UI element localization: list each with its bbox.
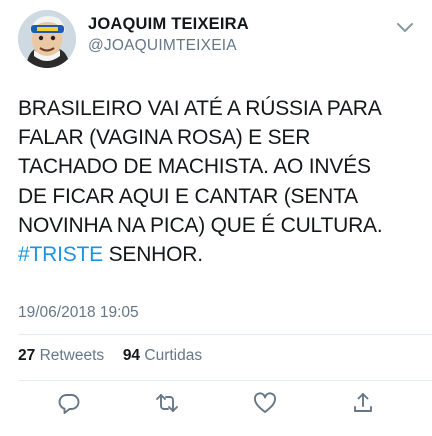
tweet-timestamp[interactable]: 19/06/2018 19:05: [18, 304, 139, 322]
caricature-avatar-icon[interactable]: [18, 10, 76, 68]
share-icon[interactable]: [350, 390, 376, 416]
tweet-line: TACHADO DE MACHISTA. AO INVÉS: [18, 155, 371, 179]
tweet-text: BRASILEIRO VAI ATÉ A RÚSSIA PARA FALAR (…: [18, 94, 422, 269]
tweet-actions: [0, 390, 432, 420]
tweet-line: FALAR (VAGINA ROSA) E SER: [18, 126, 311, 150]
chevron-down-icon[interactable]: [396, 20, 414, 34]
tweet-line-last: #TRISTE SENHOR.: [18, 240, 422, 269]
retweets-count[interactable]: 27: [18, 347, 35, 364]
likes-count[interactable]: 94: [123, 347, 140, 364]
likes-label[interactable]: Curtidas: [144, 347, 202, 364]
engagement-stats: 27 Retweets 94 Curtidas: [18, 347, 202, 365]
tweet-line-tail: SENHOR.: [102, 243, 203, 267]
retweet-icon[interactable]: [154, 390, 180, 416]
author-handle[interactable]: @JOAQUIMTEIXEIA: [88, 37, 237, 55]
reply-icon[interactable]: [56, 390, 82, 416]
retweets-label[interactable]: Retweets: [40, 347, 105, 364]
heart-icon[interactable]: [252, 390, 278, 416]
tweet-header: JOAQUIM TEIXEIRA @JOAQUIMTEIXEIA: [0, 0, 432, 76]
tweet-line: NOVINHA NA PICA) QUE É CULTURA.: [18, 213, 383, 237]
divider: [18, 334, 432, 335]
divider: [18, 380, 432, 381]
tweet-line: BRASILEIRO VAI ATÉ A RÚSSIA PARA: [18, 97, 382, 120]
tweet-line: DE FICAR AQUI E CANTAR (SENTA: [18, 184, 358, 208]
hashtag-link[interactable]: #TRISTE: [18, 243, 103, 266]
author-name[interactable]: JOAQUIM TEIXEIRA: [88, 15, 249, 34]
